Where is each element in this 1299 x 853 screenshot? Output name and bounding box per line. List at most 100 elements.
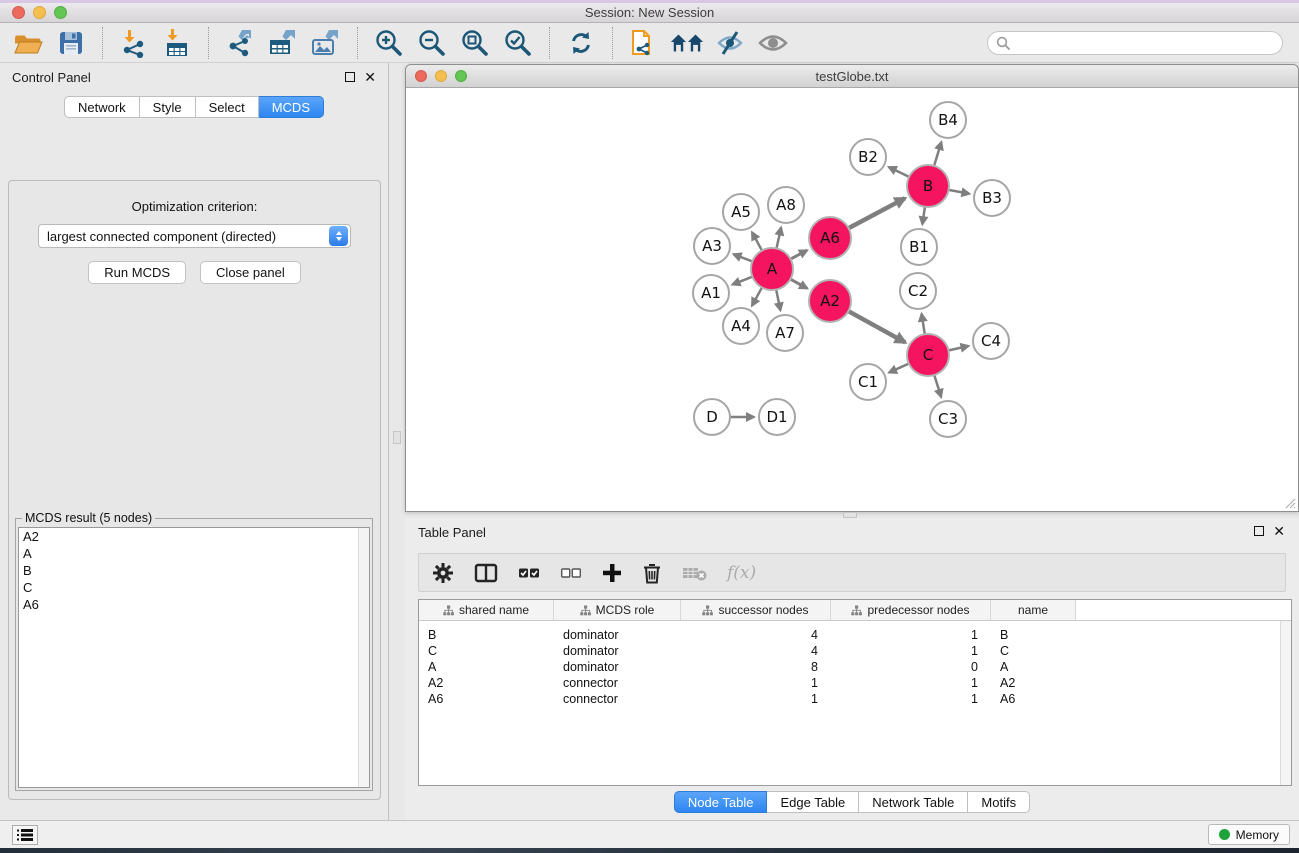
table-row[interactable]: A dominator 8 0 A (419, 659, 1291, 675)
search-icon (996, 36, 1010, 50)
table-scrollbar[interactable] (1280, 621, 1291, 785)
memory-status-icon (1219, 829, 1230, 840)
destroy-table-icon (682, 565, 707, 581)
table-settings-gear-icon[interactable] (432, 562, 454, 584)
graph-edge-A-A4[interactable] (752, 286, 763, 306)
graph-edge-B-B2[interactable] (889, 167, 911, 178)
network-graph[interactable]: AA1A2A3A4A5A6A7A8BB1B2B3B4CC1C2C3C4DD1 (407, 88, 1297, 510)
list-icon (17, 829, 33, 841)
open-session-button[interactable] (10, 25, 46, 61)
graph-edge-A-A6[interactable] (789, 250, 807, 260)
two-houses-icon (669, 30, 705, 56)
result-item[interactable]: A (19, 545, 369, 562)
tab-edge-table[interactable]: Edge Table (767, 791, 859, 813)
float-table-panel-icon[interactable] (1254, 526, 1264, 536)
result-item[interactable]: A2 (19, 528, 369, 545)
memory-button[interactable]: Memory (1208, 824, 1290, 845)
mcds-result-list[interactable]: A2 A B C A6 (18, 527, 370, 788)
table-header-row: shared name MCDS role successor nodes pr… (419, 600, 1291, 621)
unselect-all-icon[interactable] (560, 567, 582, 579)
toolbar-separator (612, 27, 613, 59)
graph-edge-A-A3[interactable] (733, 254, 754, 262)
export-image-button[interactable] (308, 25, 344, 61)
graph-edge-A-A7[interactable] (776, 288, 781, 311)
graph-edge-A-A5[interactable] (752, 232, 763, 252)
tab-node-table[interactable]: Node Table (674, 791, 768, 813)
column-header-successor-nodes[interactable]: successor nodes (681, 600, 831, 621)
tab-select[interactable]: Select (196, 96, 259, 118)
search-field[interactable] (987, 31, 1283, 55)
add-row-icon[interactable] (602, 563, 622, 583)
first-neighbors-button[interactable] (669, 25, 705, 61)
tab-motifs[interactable]: Motifs (968, 791, 1030, 813)
save-session-button[interactable] (53, 25, 89, 61)
zoom-selected-icon (503, 28, 533, 58)
graph-edge-A-A1[interactable] (732, 276, 754, 285)
tab-style[interactable]: Style (140, 96, 196, 118)
graph-edge-C-C3[interactable] (934, 373, 941, 397)
show-column-icon[interactable] (474, 563, 498, 583)
graph-node-label: C (923, 346, 933, 364)
table-row[interactable]: C dominator 4 1 C (419, 643, 1291, 659)
select-all-icon[interactable] (518, 567, 540, 579)
column-header-filler (1076, 600, 1291, 621)
graph-node-label: B1 (909, 238, 929, 256)
toolbar-separator (208, 27, 209, 59)
table-row[interactable]: A6 connector 1 1 A6 (419, 691, 1291, 707)
result-item[interactable]: A6 (19, 596, 369, 613)
column-header-predecessor-nodes[interactable]: predecessor nodes (831, 600, 991, 621)
tab-network-table[interactable]: Network Table (859, 791, 968, 813)
divider-handle[interactable] (393, 431, 401, 444)
column-header-name[interactable]: name (991, 600, 1076, 621)
import-table-icon (162, 28, 192, 58)
export-image-icon (310, 28, 342, 58)
tab-network[interactable]: Network (64, 96, 140, 118)
export-network-button[interactable] (222, 25, 258, 61)
table-row[interactable]: B dominator 4 1 B (419, 627, 1291, 643)
result-item[interactable]: C (19, 579, 369, 596)
panel-divider[interactable] (389, 63, 405, 820)
network-canvas[interactable]: AA1A2A3A4A5A6A7A8BB1B2B3B4CC1C2C3C4DD1 (407, 88, 1297, 510)
close-panel-icon[interactable]: ✕ (364, 72, 376, 82)
search-input[interactable] (1015, 36, 1274, 50)
column-header-mcds-role[interactable]: MCDS role (554, 600, 681, 621)
float-panel-icon[interactable] (345, 72, 355, 82)
graph-edge-A2-C[interactable] (847, 310, 906, 342)
graph-edge-A-A8[interactable] (776, 227, 781, 250)
graph-edge-C-C4[interactable] (947, 346, 969, 351)
result-item[interactable]: B (19, 562, 369, 579)
table-toolbar: f(x) (418, 553, 1286, 592)
criterion-dropdown[interactable]: largest connected component (directed) (38, 224, 351, 248)
new-network-from-selection-button[interactable] (626, 25, 662, 61)
zoom-out-button[interactable] (414, 25, 450, 61)
zoom-selected-button[interactable] (500, 25, 536, 61)
show-graphics-details-button[interactable] (755, 25, 791, 61)
graph-edge-A-A2[interactable] (789, 278, 808, 288)
tab-mcds[interactable]: MCDS (259, 96, 324, 118)
graph-edge-C-C2[interactable] (922, 314, 926, 337)
import-table-button[interactable] (159, 25, 195, 61)
hide-graphics-details-button[interactable] (712, 25, 748, 61)
graph-edge-B-B4[interactable] (934, 142, 942, 168)
graph-edge-A6-B[interactable] (847, 198, 905, 229)
delete-row-trash-icon[interactable] (642, 562, 662, 584)
resize-grip-icon[interactable] (1283, 496, 1296, 509)
graph-edge-B-B3[interactable] (947, 190, 970, 194)
graph-edge-C-C1[interactable] (889, 363, 911, 373)
refresh-button[interactable] (563, 25, 599, 61)
export-table-button[interactable] (265, 25, 301, 61)
run-mcds-button[interactable]: Run MCDS (88, 261, 186, 284)
graph-node-label: C1 (858, 373, 878, 391)
table-row[interactable]: A2 connector 1 1 A2 (419, 675, 1291, 691)
zoom-in-button[interactable] (371, 25, 407, 61)
task-history-button[interactable] (12, 825, 38, 845)
toolbar-separator (357, 27, 358, 59)
close-panel-button[interactable]: Close panel (200, 261, 301, 284)
zoom-fit-button[interactable] (457, 25, 493, 61)
import-network-icon (119, 28, 149, 58)
column-header-shared-name[interactable]: shared name (419, 600, 554, 621)
result-scrollbar[interactable] (358, 528, 369, 787)
close-table-panel-icon[interactable]: ✕ (1273, 526, 1285, 536)
graph-node-label: B2 (858, 148, 878, 166)
import-network-button[interactable] (116, 25, 152, 61)
